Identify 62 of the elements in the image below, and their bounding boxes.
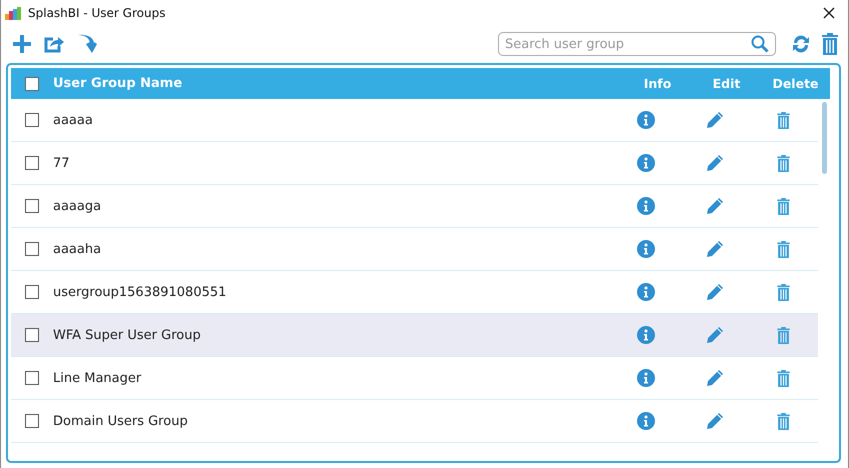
trash-icon[interactable] — [777, 154, 790, 172]
pencil-icon[interactable] — [706, 154, 724, 172]
group-name: aaaaa — [53, 112, 94, 128]
info-icon[interactable] — [636, 412, 654, 430]
group-name: WFA Super User Group — [53, 328, 202, 342]
row-checkbox[interactable] — [25, 371, 39, 385]
row-checkbox[interactable] — [25, 242, 39, 256]
pencil-icon[interactable] — [706, 412, 724, 430]
table-row[interactable]: aaaaa — [11, 99, 818, 142]
row-checkbox[interactable] — [25, 285, 39, 299]
info-icon[interactable] — [636, 197, 654, 215]
search-field[interactable]: Search user group — [498, 32, 776, 56]
info-icon[interactable] — [636, 240, 654, 258]
trash-icon[interactable] — [777, 370, 790, 386]
scrollbar-thumb[interactable] — [822, 102, 826, 174]
row-checkbox[interactable] — [25, 199, 39, 213]
group-name: aaaaha — [53, 242, 102, 256]
pencil-icon[interactable] — [706, 283, 724, 301]
group-name: Domain Users Group — [53, 414, 189, 428]
pencil-icon[interactable] — [706, 369, 724, 387]
table-row[interactable]: Domain Users Group — [11, 400, 818, 443]
info-icon[interactable] — [636, 111, 654, 129]
row-checkbox[interactable] — [25, 113, 39, 127]
table-row[interactable]: WFA Super User Group — [11, 314, 818, 357]
pencil-icon[interactable] — [706, 240, 724, 258]
trash-icon[interactable] — [777, 198, 790, 214]
search-icon[interactable] — [751, 35, 769, 53]
group-name: aaaaga — [53, 198, 102, 214]
row-checkbox[interactable] — [25, 156, 39, 170]
row-checkbox[interactable] — [25, 328, 39, 342]
pencil-icon[interactable] — [706, 326, 724, 344]
table-row[interactable]: Line Manager — [11, 357, 818, 400]
row-checkbox[interactable] — [25, 414, 39, 428]
column-header: Edit — [712, 76, 742, 91]
add-icon[interactable] — [11, 33, 33, 55]
group-name: usergroup1563891080551 — [53, 284, 228, 300]
info-icon[interactable] — [636, 154, 654, 172]
pencil-icon[interactable] — [706, 111, 724, 129]
info-icon[interactable] — [636, 283, 654, 301]
table-row[interactable]: aaaaga — [11, 185, 818, 228]
trash-icon[interactable] — [822, 33, 838, 55]
column-header: Delete — [771, 76, 820, 91]
column-header: User Group Name — [53, 76, 184, 91]
table-row[interactable]: 77 — [11, 142, 818, 185]
close-icon[interactable] — [823, 6, 835, 18]
trash-icon[interactable] — [777, 326, 790, 344]
table-row[interactable]: aaaaha — [11, 228, 818, 271]
app-logo-icon — [5, 6, 23, 20]
column-header: Info — [642, 76, 672, 91]
window-title: SplashBI - User Groups — [28, 6, 166, 20]
trash-icon[interactable] — [777, 240, 790, 258]
info-icon[interactable] — [636, 326, 654, 344]
trash-icon[interactable] — [777, 284, 790, 300]
trash-icon[interactable] — [777, 112, 790, 128]
group-name: Line Manager — [53, 370, 142, 386]
select-all-checkbox[interactable] — [25, 76, 39, 90]
group-name: 77 — [53, 156, 71, 170]
trash-icon[interactable] — [777, 412, 790, 430]
pencil-icon[interactable] — [706, 197, 724, 215]
refresh-icon[interactable] — [790, 33, 812, 55]
info-icon[interactable] — [636, 369, 654, 387]
share-icon[interactable] — [43, 34, 65, 54]
